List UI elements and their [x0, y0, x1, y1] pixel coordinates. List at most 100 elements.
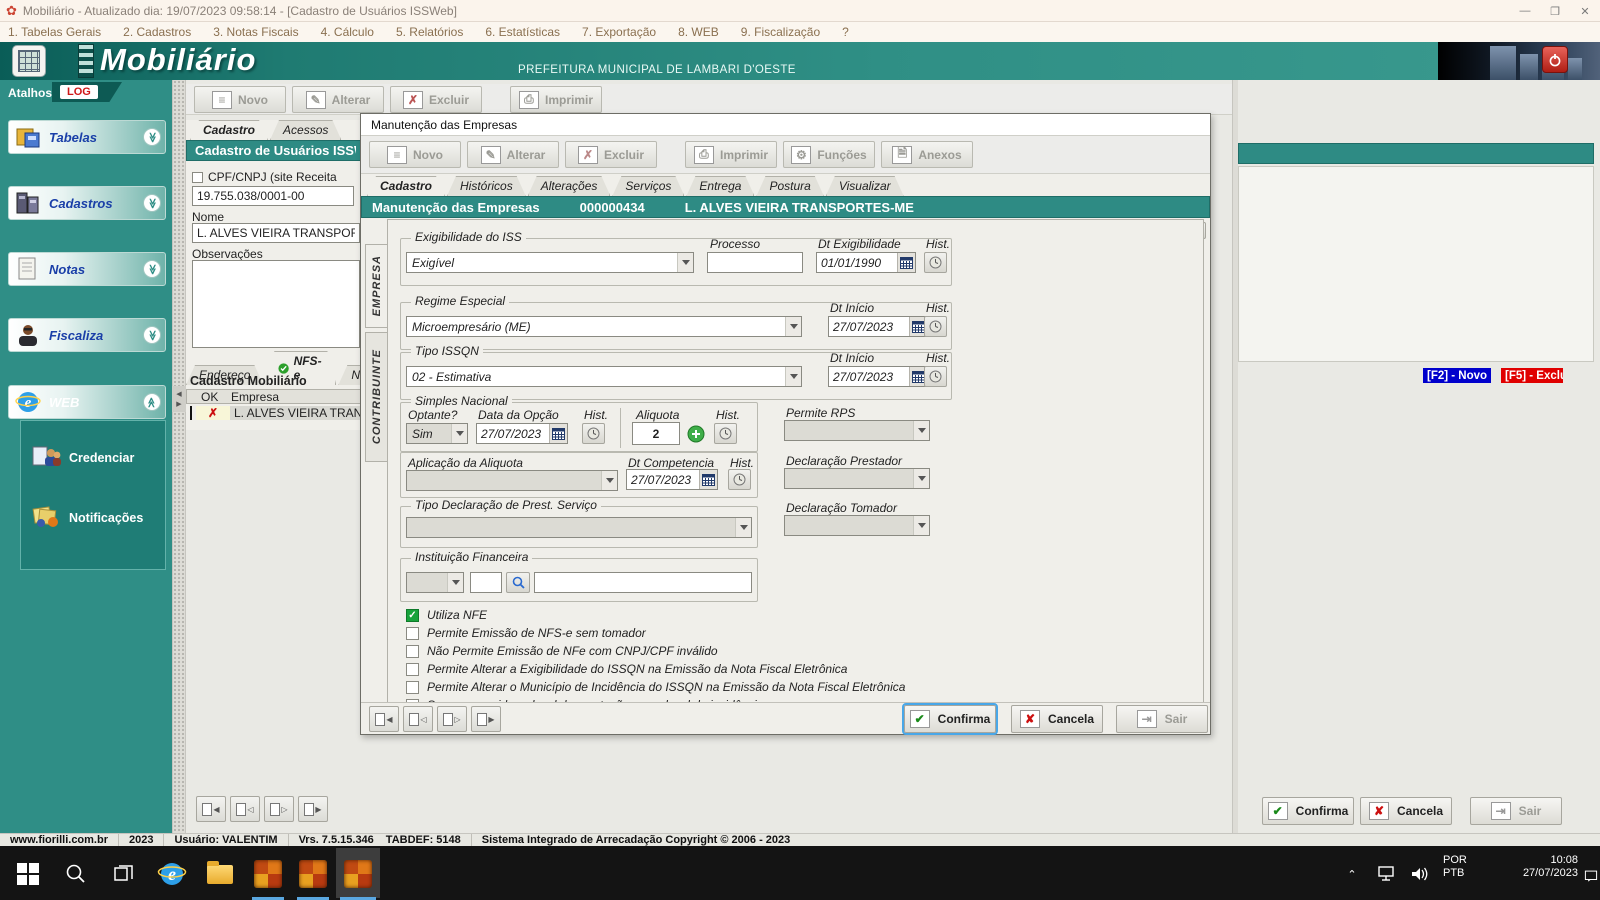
checkbox-row-nfse-sem-tomador[interactable]: Permite Emissão de NFS-e sem tomador: [406, 626, 646, 640]
chevron-down-icon[interactable]: ≫: [143, 260, 161, 278]
dlg-tab-visualizar[interactable]: Visualizar: [826, 176, 904, 196]
dlg-tab-alteracoes[interactable]: Alterações: [528, 176, 611, 196]
clock[interactable]: 10:08 27/07/2023: [1492, 854, 1578, 880]
permite-rps-select[interactable]: [784, 420, 930, 441]
panel-splitter[interactable]: [172, 80, 186, 846]
calendar-icon[interactable]: [699, 470, 717, 489]
menu-web[interactable]: 8. WEB: [678, 25, 719, 39]
checkbox-row-alterar-exigibilidade[interactable]: Permite Alterar a Exigibilidade do ISSQN…: [406, 662, 847, 676]
imprimir-button[interactable]: ⎙ Imprimir: [510, 86, 602, 113]
menu-estatisticas[interactable]: 6. Estatísticas: [485, 25, 560, 39]
dlg-tab-cadastro[interactable]: Cadastro: [367, 176, 445, 196]
taskbar-search-button[interactable]: [58, 856, 94, 892]
instituicao-nome-input[interactable]: [534, 572, 752, 593]
first-record-button[interactable]: ◀: [196, 796, 226, 822]
grid-col-ok[interactable]: OK: [187, 390, 231, 404]
menu-notas-fiscais[interactable]: 3. Notas Fiscais: [213, 25, 298, 39]
sidebar-item-tabelas[interactable]: Tabelas ≫: [8, 120, 166, 154]
sidebar-item-notas[interactable]: Notas ≫: [8, 252, 166, 286]
grid-col-empresa[interactable]: Empresa: [231, 390, 364, 404]
aplicacao-select[interactable]: [406, 470, 618, 491]
dlg-excluir-button[interactable]: ✗ Excluir: [565, 141, 657, 168]
chevron-up-icon[interactable]: ≫: [143, 393, 161, 411]
competencia-history-button[interactable]: [728, 469, 751, 490]
last-record-button[interactable]: ▶: [298, 796, 328, 822]
menu-relatorios[interactable]: 5. Relatórios: [396, 25, 463, 39]
main-confirma-button[interactable]: ✔ Confirma: [1262, 797, 1354, 825]
log-badge[interactable]: LOG: [60, 85, 98, 99]
tipo-dt-inicio-input[interactable]: 27/07/2023: [828, 366, 928, 387]
menu-fiscalizacao[interactable]: 9. Fiscalização: [741, 25, 820, 39]
vtab-empresa[interactable]: EMPRESA: [365, 244, 387, 328]
sidebar-item-notificacoes[interactable]: Notificações: [31, 503, 143, 532]
exigibilidade-history-button[interactable]: [924, 252, 947, 273]
regime-select[interactable]: Microempresário (ME): [406, 316, 802, 337]
novo-button[interactable]: ≡ Novo: [194, 86, 286, 113]
aliquota-add-button[interactable]: [685, 423, 707, 444]
tab-cadastro[interactable]: Cadastro: [190, 120, 268, 140]
checkbox-row-utiliza-nfe[interactable]: ✓ Utiliza NFE: [406, 608, 487, 622]
next-record-button[interactable]: ▷: [264, 796, 294, 822]
checkbox-checked-icon[interactable]: ✓: [406, 608, 419, 622]
tipo-history-button[interactable]: [924, 366, 947, 387]
chevron-down-icon[interactable]: ≫: [143, 194, 161, 212]
vtab-contribuinte[interactable]: CONTRIBUINTE: [365, 332, 387, 462]
menu-tabelas-gerais[interactable]: 1. Tabelas Gerais: [8, 25, 101, 39]
aliquota-input[interactable]: 2: [632, 422, 680, 445]
minimize-button[interactable]: —: [1510, 0, 1540, 22]
menu-cadastros[interactable]: 2. Cadastros: [123, 25, 191, 39]
dlg-confirma-button[interactable]: ✔ Confirma: [902, 703, 998, 735]
dt-competencia-input[interactable]: 27/07/2023: [626, 469, 718, 490]
tray-expand-button[interactable]: ⌃: [1338, 856, 1366, 892]
main-cancela-button[interactable]: ✘ Cancela: [1360, 797, 1452, 825]
tab-acessos[interactable]: Acessos: [270, 120, 341, 140]
prev-record-button[interactable]: ◁: [230, 796, 260, 822]
taskbar-app1-button[interactable]: [250, 856, 286, 892]
action-center-button[interactable]: [1584, 858, 1598, 894]
processo-input[interactable]: [707, 252, 803, 273]
checkbox-row-alterar-municipio[interactable]: Permite Alterar o Município de Incidênci…: [406, 680, 905, 694]
cpf-input[interactable]: 19.755.038/0001-00: [192, 186, 354, 206]
alterar-button[interactable]: ✎ Alterar: [292, 86, 384, 113]
calendar-icon[interactable]: [897, 253, 915, 272]
checkbox-icon[interactable]: [406, 680, 419, 694]
taskbar-ie-button[interactable]: e: [154, 856, 190, 892]
checkbox-icon[interactable]: [406, 644, 419, 658]
taskbar-app3-button[interactable]: [340, 856, 376, 892]
menu-help[interactable]: ?: [842, 25, 849, 39]
dlg-tab-entrega[interactable]: Entrega: [686, 176, 754, 196]
sidebar-item-cadastros[interactable]: Cadastros ≫: [8, 186, 166, 220]
sidebar-item-web[interactable]: e WEB ≫: [8, 385, 166, 419]
power-button[interactable]: [1542, 46, 1568, 73]
regime-dt-inicio-input[interactable]: 27/07/2023: [828, 316, 928, 337]
language-indicator[interactable]: POR PTB: [1443, 854, 1467, 880]
splitter-arrows[interactable]: ◀ ▶: [172, 386, 186, 412]
taskbar-explorer-button[interactable]: [202, 856, 238, 892]
dlg-tab-postura[interactable]: Postura: [756, 176, 823, 196]
dlg-prev-record-button[interactable]: ◁: [403, 706, 433, 732]
main-sair-button[interactable]: ⇥ Sair: [1470, 797, 1562, 825]
dlg-cancela-button[interactable]: ✘ Cancela: [1011, 705, 1103, 733]
taskbar-app2-button[interactable]: [295, 856, 331, 892]
excluir-button[interactable]: ✗ Excluir: [390, 86, 482, 113]
exigibilidade-select[interactable]: Exigível: [406, 252, 694, 273]
dlg-anexos-button[interactable]: 🗎 Anexos: [881, 141, 973, 168]
data-opcao-input[interactable]: 27/07/2023: [476, 423, 568, 444]
cpf-checkbox[interactable]: [192, 171, 203, 183]
chevron-down-icon[interactable]: ≫: [143, 326, 161, 344]
dlg-novo-button[interactable]: ≡ Novo: [369, 141, 461, 168]
dlg-sair-button[interactable]: ⇥ Sair: [1116, 705, 1208, 733]
simples-history-button[interactable]: [582, 423, 605, 444]
dlg-alterar-button[interactable]: ✎ Alterar: [467, 141, 559, 168]
checkbox-icon[interactable]: [406, 626, 419, 640]
menu-exportacao[interactable]: 7. Exportação: [582, 25, 656, 39]
declaracao-tomador-select[interactable]: [784, 515, 930, 536]
dt-exigibilidade-input[interactable]: 01/01/1990: [816, 252, 916, 273]
sidebar-item-fiscaliza[interactable]: Fiscaliza ≫: [8, 318, 166, 352]
tipo-declaracao-select[interactable]: [406, 517, 752, 538]
dlg-next-record-button[interactable]: ▷: [437, 706, 467, 732]
checkbox-row-cnpj-invalido[interactable]: Não Permite Emissão de NFe com CNPJ/CPF …: [406, 644, 718, 658]
optante-select[interactable]: Sim: [406, 423, 468, 444]
dlg-imprimir-button[interactable]: ⎙ Imprimir: [685, 141, 777, 168]
network-icon[interactable]: [1372, 856, 1402, 892]
